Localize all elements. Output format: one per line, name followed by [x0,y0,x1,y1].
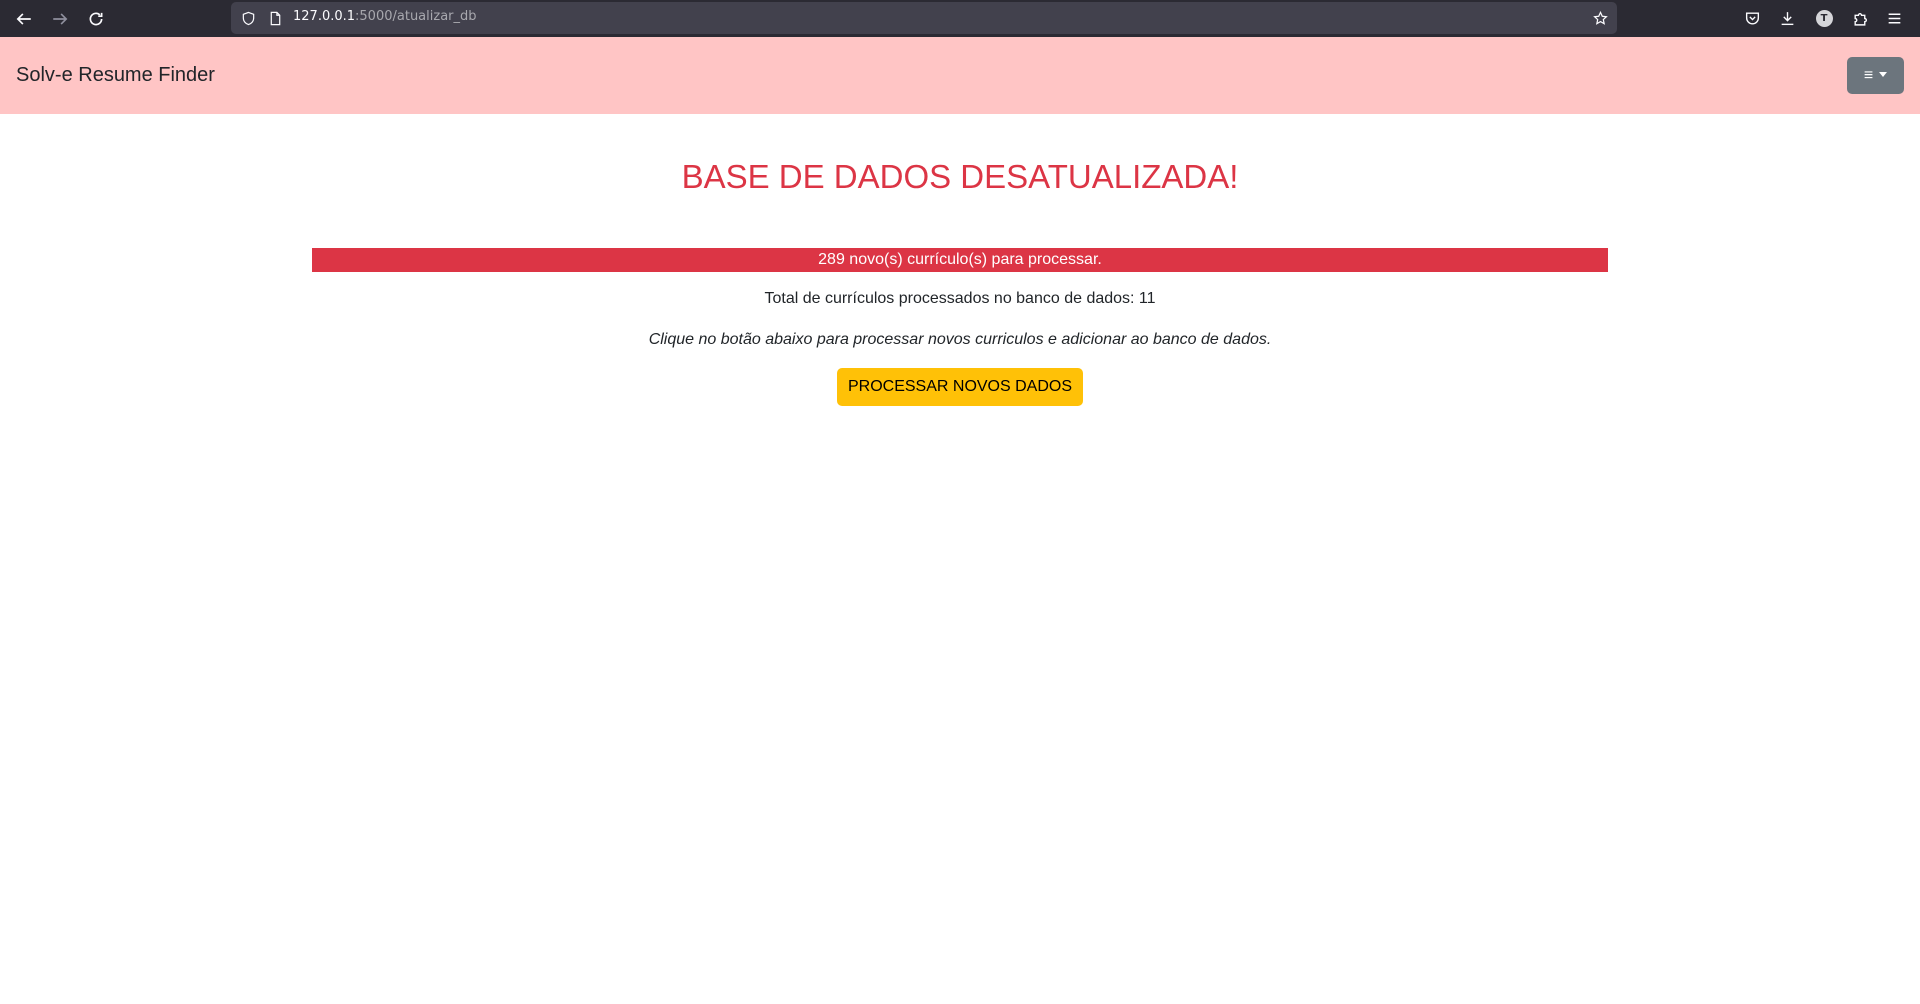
hamburger-icon: ≡ [1863,66,1874,84]
pocket-icon[interactable] [1742,8,1762,28]
url-path: :5000/atualizar_db [355,9,477,24]
account-avatar-icon[interactable]: T [1814,8,1834,28]
star-icon[interactable] [1592,10,1608,26]
url-host: 127.0.0.1 [293,9,356,24]
reload-button[interactable] [84,7,108,31]
new-resumes-alert: 289 novo(s) currículo(s) para processar. [312,248,1608,272]
reload-icon [89,12,103,26]
browser-toolbar: 127.0.0.1:5000/atualizar_db T [0,0,1920,37]
total-processed-text: Total de currículos processados no banco… [764,290,1156,307]
arrow-right-icon [53,13,68,25]
puzzle-icon[interactable] [1850,8,1870,28]
page-title: BASE DE DADOS DESATUALIZADA! [681,158,1239,195]
app-navbar: Solv-e Resume Finder ≡ [0,37,1920,114]
back-button[interactable] [12,7,36,31]
arrow-left-icon [16,13,31,25]
navbar-brand[interactable]: Solv-e Resume Finder [16,64,215,87]
url-text[interactable]: 127.0.0.1:5000/atualizar_db [293,9,477,24]
navbar-menu-dropdown-button[interactable]: ≡ [1847,57,1904,94]
download-icon[interactable] [1777,8,1797,28]
forward-button[interactable] [48,7,72,31]
url-bar[interactable]: 127.0.0.1:5000/atualizar_db [231,2,1617,34]
page-icon[interactable] [267,10,283,26]
process-new-data-button[interactable]: PROCESSAR NOVOS DADOS [837,368,1083,406]
caret-down-icon [1879,72,1888,77]
shield-icon[interactable] [240,10,256,26]
instruction-text: Clique no botão abaixo para processar no… [648,331,1272,348]
hamburger-menu-icon[interactable] [1884,8,1904,28]
avatar: T [1815,9,1833,27]
